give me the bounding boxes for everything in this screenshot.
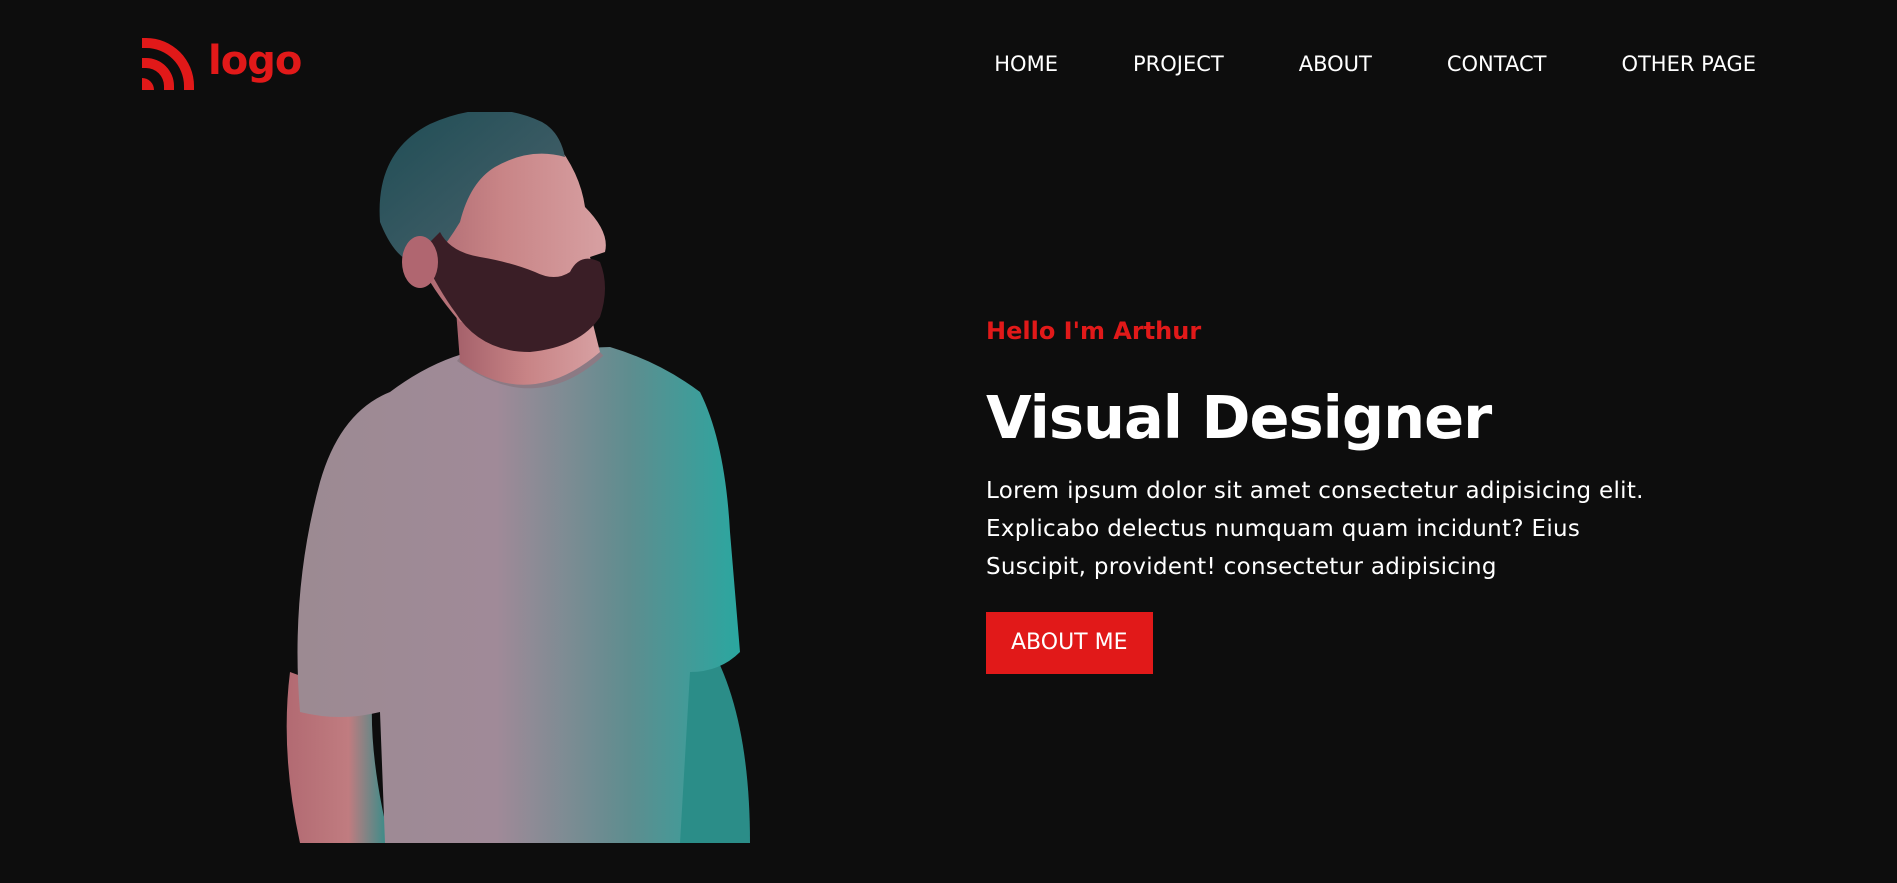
logo-text: logo bbox=[208, 38, 302, 84]
portrait-image bbox=[286, 112, 750, 843]
hero-description-line: Suscipit, provident! consectetur adipisi… bbox=[986, 554, 1497, 580]
nav-other-page[interactable]: OTHER PAGE bbox=[1621, 50, 1756, 78]
nav-contact[interactable]: CONTACT bbox=[1447, 50, 1547, 78]
nav-home[interactable]: HOME bbox=[994, 50, 1058, 78]
hero-description: Lorem ipsum dolor sit amet consectetur a… bbox=[986, 472, 1776, 586]
nav-project[interactable]: PROJECT bbox=[1133, 50, 1224, 78]
hero-description-line: Lorem ipsum dolor sit amet consectetur a… bbox=[986, 478, 1644, 504]
rss-feed-icon bbox=[142, 38, 194, 90]
hero-title: Visual Designer bbox=[986, 383, 1492, 452]
hero-description-line: Explicabo delectus numquam quam incidunt… bbox=[986, 516, 1581, 542]
logo-link[interactable]: logo bbox=[140, 36, 302, 92]
hero-section: Hello I'm Arthur Visual Designer Lorem i… bbox=[986, 314, 1786, 674]
about-me-button[interactable]: ABOUT ME bbox=[986, 612, 1153, 674]
main-nav: HOME PROJECT ABOUT CONTACT OTHER PAGE bbox=[994, 50, 1756, 78]
landing-page: logo HOME PROJECT ABOUT CONTACT OTHER PA… bbox=[0, 0, 1897, 883]
nav-about[interactable]: ABOUT bbox=[1299, 50, 1372, 78]
hero-greeting: Hello I'm Arthur bbox=[986, 317, 1202, 345]
